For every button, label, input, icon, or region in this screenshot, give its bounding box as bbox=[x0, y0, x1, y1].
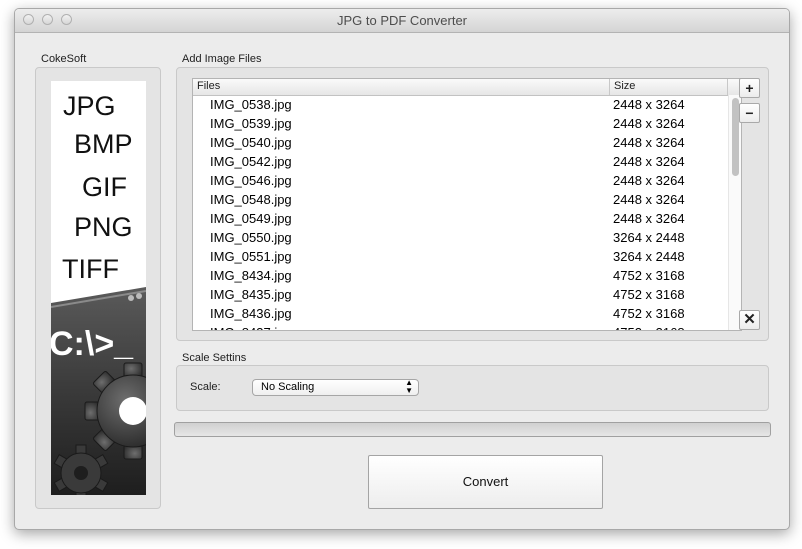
file-name-cell: IMG_8437.jpg bbox=[210, 325, 292, 330]
file-table-scrollbar[interactable] bbox=[728, 95, 741, 330]
file-size-cell: 2448 x 3264 bbox=[613, 116, 685, 131]
scale-selected-value: No Scaling bbox=[261, 381, 315, 393]
file-name-cell: IMG_0542.jpg bbox=[210, 154, 292, 169]
table-row[interactable]: IMG_0548.jpg 2448 x 3264 bbox=[193, 191, 727, 210]
table-row[interactable]: IMG_0551.jpg 3264 x 2448 bbox=[193, 248, 727, 267]
window-title: JPG to PDF Converter bbox=[336, 13, 468, 28]
file-size-cell: 4752 x 3168 bbox=[613, 287, 685, 302]
clear-list-button[interactable]: ✕ bbox=[739, 310, 760, 330]
scale-select[interactable]: No Scaling ▲ ▼ bbox=[252, 379, 419, 396]
add-files-section-label: Add Image Files bbox=[182, 53, 262, 65]
table-row[interactable]: IMG_8436.jpg 4752 x 3168 bbox=[193, 305, 727, 324]
file-name-cell: IMG_0546.jpg bbox=[210, 173, 292, 188]
file-size-cell: 4752 x 3168 bbox=[613, 306, 685, 321]
file-size-cell: 2448 x 3264 bbox=[613, 173, 685, 188]
file-name-cell: IMG_8436.jpg bbox=[210, 306, 292, 321]
table-row[interactable]: IMG_0542.jpg 2448 x 3264 bbox=[193, 153, 727, 172]
file-name-cell: IMG_0538.jpg bbox=[210, 97, 292, 112]
file-size-cell: 2448 x 3264 bbox=[613, 97, 685, 112]
file-table[interactable]: Files Size IMG_0538.jpg 2448 x 3264 IMG_05… bbox=[192, 78, 742, 331]
convert-button[interactable]: Convert bbox=[368, 455, 603, 509]
file-name-cell: IMG_0540.jpg bbox=[210, 135, 292, 150]
column-header-files[interactable]: Files bbox=[197, 80, 220, 92]
table-row[interactable]: IMG_0546.jpg 2448 x 3264 bbox=[193, 172, 727, 191]
file-name-cell: IMG_8435.jpg bbox=[210, 287, 292, 302]
file-name-cell: IMG_0548.jpg bbox=[210, 192, 292, 207]
file-name-cell: IMG_0549.jpg bbox=[210, 211, 292, 226]
file-size-cell: 4752 x 3168 bbox=[613, 268, 685, 283]
file-size-cell: 2448 x 3264 bbox=[613, 192, 685, 207]
file-size-cell: 2448 x 3264 bbox=[613, 154, 685, 169]
format-banner: JPG BMP GIF PNG TIFF C:\>_ bbox=[51, 81, 146, 495]
file-name-cell: IMG_0550.jpg bbox=[210, 230, 292, 245]
remove-file-button[interactable]: − bbox=[739, 103, 760, 123]
table-row[interactable]: IMG_0549.jpg 2448 x 3264 bbox=[193, 210, 727, 229]
table-row[interactable]: IMG_8435.jpg 4752 x 3168 bbox=[193, 286, 727, 305]
table-row[interactable]: IMG_0540.jpg 2448 x 3264 bbox=[193, 134, 727, 153]
title-bar: JPG to PDF Converter bbox=[15, 9, 789, 33]
file-size-cell: 2448 x 3264 bbox=[613, 211, 685, 226]
scale-field-label: Scale: bbox=[190, 381, 221, 393]
column-header-size[interactable]: Size bbox=[614, 80, 635, 92]
table-row[interactable]: IMG_8437.jpg 4752 x 3168 bbox=[193, 324, 727, 330]
table-row[interactable]: IMG_0538.jpg 2448 x 3264 bbox=[193, 96, 727, 115]
table-row[interactable]: IMG_0550.jpg 3264 x 2448 bbox=[193, 229, 727, 248]
file-table-header: Files Size bbox=[193, 79, 741, 96]
scrollbar-thumb[interactable] bbox=[732, 98, 739, 176]
file-size-cell: 3264 x 2448 bbox=[613, 249, 685, 264]
brand-label: CokeSoft bbox=[41, 53, 87, 65]
file-size-cell: 3264 x 2448 bbox=[613, 230, 685, 245]
table-row[interactable]: IMG_8434.jpg 4752 x 3168 bbox=[193, 267, 727, 286]
terminal-prompt: C:\>_ bbox=[51, 325, 134, 363]
app-window: JPG to PDF Converter CokeSoft JPG BMP GI… bbox=[14, 8, 790, 530]
conversion-progress-bar bbox=[174, 422, 771, 437]
up-down-arrows-icon: ▲ ▼ bbox=[405, 378, 413, 395]
terminal-gear-illustration: C:\>_ bbox=[51, 287, 146, 495]
add-file-button[interactable]: + bbox=[739, 78, 760, 98]
scale-section-label: Scale Settins bbox=[182, 352, 247, 364]
file-name-cell: IMG_0551.jpg bbox=[210, 249, 292, 264]
table-row[interactable]: IMG_0539.jpg 2448 x 3264 bbox=[193, 115, 727, 134]
file-name-cell: IMG_8434.jpg bbox=[210, 268, 292, 283]
file-name-cell: IMG_0539.jpg bbox=[210, 116, 292, 131]
file-size-cell: 2448 x 3264 bbox=[613, 135, 685, 150]
file-size-cell: 4752 x 3168 bbox=[613, 325, 685, 330]
